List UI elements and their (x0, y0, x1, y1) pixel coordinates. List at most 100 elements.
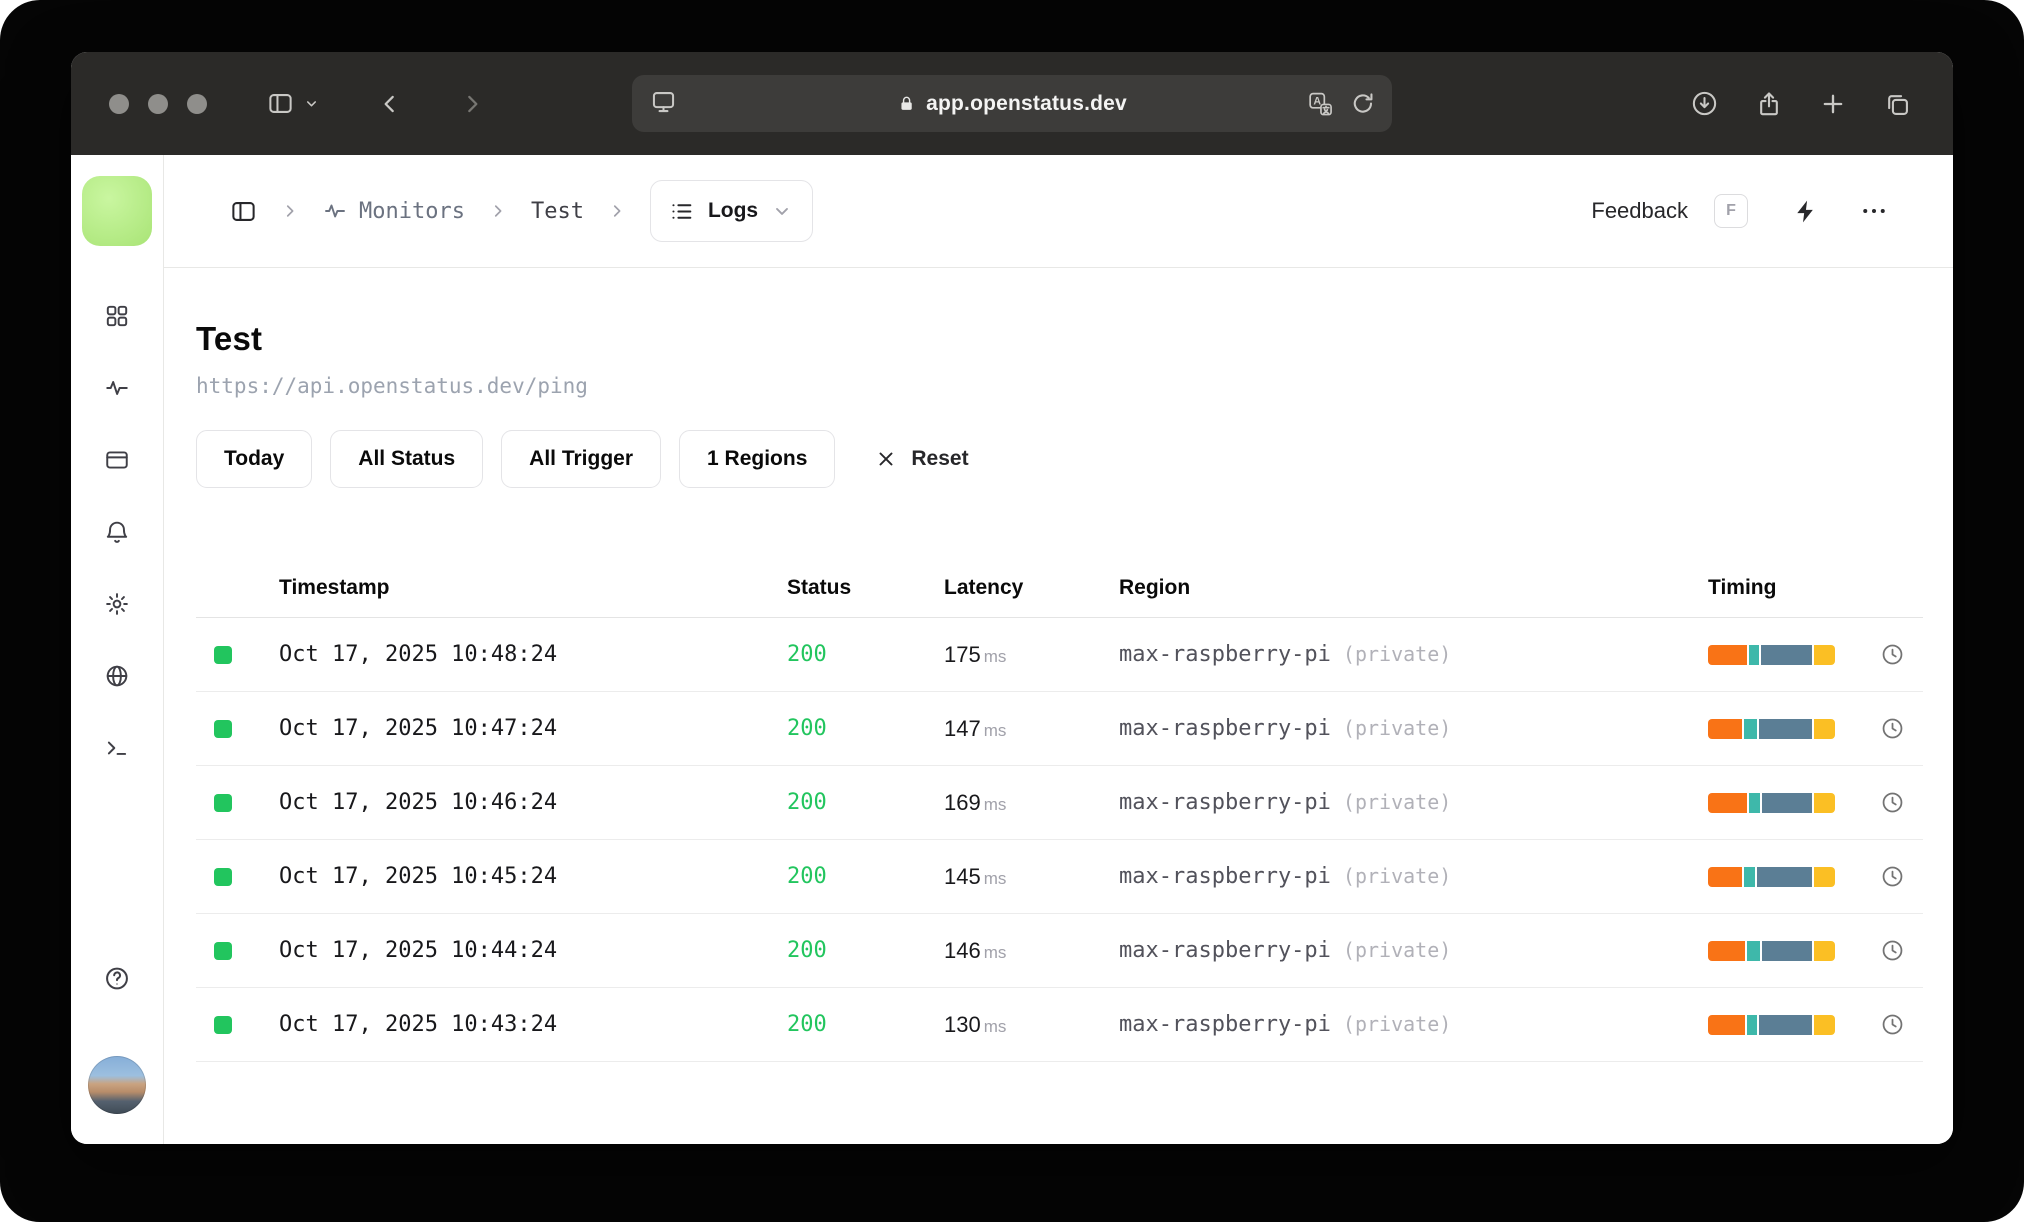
row-status-code: 200 (787, 642, 827, 667)
table-header: Timestamp Status Latency Region Timing (196, 558, 1923, 618)
monitors-pulse-icon[interactable] (104, 375, 130, 401)
user-avatar[interactable] (88, 1056, 146, 1114)
chevron-down-icon (772, 201, 792, 221)
filter-trigger-button[interactable]: All Trigger (501, 430, 662, 488)
row-latency: 130 ms (944, 1011, 1007, 1037)
filter-period-button[interactable]: Today (196, 430, 313, 488)
status-pages-icon[interactable] (104, 447, 130, 473)
row-timestamp: Oct 17, 2025 10:48:24 (279, 642, 558, 667)
status-ok-indicator (214, 1015, 232, 1034)
tab-overview-icon[interactable] (1883, 90, 1911, 118)
row-timestamp: Oct 17, 2025 10:43:24 (279, 1012, 558, 1037)
table-row[interactable]: Oct 17, 2025 10:43:24 200 130 ms max-rasp… (196, 988, 1923, 1062)
timing-bar (1708, 1014, 1835, 1035)
table-row[interactable]: Oct 17, 2025 10:45:24 200 145 ms max-rasp… (196, 840, 1923, 914)
translate-icon[interactable]: A (1307, 90, 1334, 117)
row-status-code: 200 (787, 864, 827, 889)
downloads-icon[interactable] (1690, 89, 1719, 118)
close-window-button[interactable] (109, 93, 129, 114)
row-timestamp: Oct 17, 2025 10:47:24 (279, 716, 558, 741)
notifications-bell-icon[interactable] (104, 519, 130, 545)
clock-icon (1862, 642, 1923, 667)
clock-icon (1862, 864, 1923, 889)
filter-regions-button[interactable]: 1 Regions (679, 430, 836, 488)
logs-label: Logs (707, 199, 759, 222)
status-ok-indicator (214, 867, 232, 886)
app-sidebar (71, 155, 164, 1144)
globe-icon[interactable] (104, 663, 130, 689)
timing-bar (1708, 940, 1835, 961)
status-ok-indicator (214, 719, 232, 738)
settings-gear-icon[interactable] (104, 591, 130, 617)
dashboard-grid-icon[interactable] (104, 303, 130, 329)
status-ok-indicator (214, 645, 232, 664)
row-region: max-raspberry-pi (private) (1119, 790, 1452, 815)
pulse-icon (323, 199, 347, 223)
row-timestamp: Oct 17, 2025 10:45:24 (279, 864, 558, 889)
row-region: max-raspberry-pi (private) (1119, 1012, 1452, 1037)
chevron-right-icon (489, 202, 507, 220)
reload-icon[interactable] (1350, 91, 1376, 117)
breadcrumb-monitors[interactable]: Monitors (323, 199, 465, 224)
col-timestamp: Timestamp (279, 575, 390, 599)
browser-window: app.openstatus.dev A Monitors Test Logs … (71, 52, 1953, 1144)
clock-icon (1862, 716, 1923, 741)
sidebar-toggle-icon[interactable] (230, 198, 257, 225)
x-icon (875, 448, 897, 470)
table-row[interactable]: Oct 17, 2025 10:46:24 200 169 ms max-rasp… (196, 766, 1923, 840)
feedback-shortcut-key: F (1714, 194, 1748, 228)
command-lightning-icon[interactable] (1792, 198, 1819, 225)
page-preview-icon[interactable] (650, 88, 677, 120)
logs-table: Timestamp Status Latency Region Timing O… (196, 558, 1923, 1062)
monitor-endpoint-url: https://api.openstatus.dev/ping (196, 374, 588, 398)
filter-bar: Today All Status All Trigger 1 Regions R… (196, 430, 1923, 488)
new-tab-icon[interactable] (1819, 90, 1847, 118)
timing-bar (1708, 718, 1835, 739)
row-region: max-raspberry-pi (private) (1119, 864, 1452, 889)
timing-bar (1708, 644, 1835, 665)
browser-sidebar-icon[interactable] (267, 90, 294, 117)
browser-titlebar: app.openstatus.dev A (71, 52, 1953, 155)
row-status-code: 200 (787, 716, 827, 741)
row-timestamp: Oct 17, 2025 10:44:24 (279, 938, 558, 963)
table-row[interactable]: Oct 17, 2025 10:47:24 200 147 ms max-rasp… (196, 692, 1923, 766)
timing-bar (1708, 866, 1835, 887)
row-latency: 146 ms (944, 937, 1007, 963)
minimize-window-button[interactable] (148, 93, 168, 114)
filter-status-button[interactable]: All Status (330, 430, 484, 488)
breadcrumb-test[interactable]: Test (531, 199, 584, 224)
chevron-right-icon (281, 202, 299, 220)
url-text: app.openstatus.dev (926, 91, 1127, 115)
row-status-code: 200 (787, 790, 827, 815)
timing-bar (1708, 792, 1835, 813)
sidebar-chevron-down-icon[interactable] (304, 96, 319, 111)
row-region: max-raspberry-pi (private) (1119, 642, 1452, 667)
table-row[interactable]: Oct 17, 2025 10:44:24 200 146 ms max-rasp… (196, 914, 1923, 988)
terminal-icon[interactable] (104, 735, 130, 761)
help-icon[interactable] (104, 965, 131, 997)
clock-icon (1862, 790, 1923, 815)
logs-dropdown-button[interactable]: Logs (649, 180, 814, 242)
more-options-icon[interactable] (1859, 196, 1889, 226)
row-status-code: 200 (787, 1012, 827, 1037)
page-title: Test (196, 320, 263, 357)
feedback-button[interactable]: Feedback (1591, 198, 1688, 224)
workspace-logo[interactable] (82, 176, 152, 246)
logs-list-icon (669, 199, 694, 224)
status-ok-indicator (214, 941, 232, 960)
lock-icon (897, 94, 916, 113)
share-icon[interactable] (1755, 90, 1783, 118)
table-row[interactable]: Oct 17, 2025 10:48:24 200 175 ms max-rasp… (196, 618, 1923, 692)
svg-text:A: A (1313, 95, 1321, 107)
back-button[interactable] (377, 91, 403, 117)
chevron-right-icon (608, 202, 626, 220)
forward-button[interactable] (459, 91, 485, 117)
col-status: Status (787, 575, 852, 599)
row-region: max-raspberry-pi (private) (1119, 716, 1452, 741)
clock-icon (1862, 938, 1923, 963)
col-region: Region (1119, 575, 1191, 599)
reset-filters-button[interactable]: Reset (875, 447, 969, 471)
row-latency: 147 ms (944, 715, 1007, 741)
url-bar[interactable]: app.openstatus.dev A (632, 75, 1392, 132)
zoom-window-button[interactable] (187, 93, 207, 114)
